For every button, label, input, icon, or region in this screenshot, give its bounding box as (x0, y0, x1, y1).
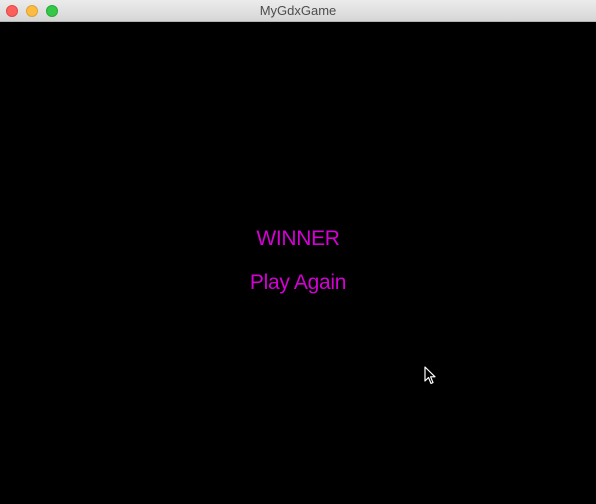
game-canvas[interactable]: WINNER Play Again (0, 22, 596, 504)
window-title: MyGdxGame (259, 3, 337, 18)
play-again-button[interactable]: Play Again (0, 271, 596, 295)
app-window: MyGdxGame WINNER Play Again (0, 0, 596, 504)
winner-text: WINNER (256, 227, 340, 250)
title-bar[interactable]: MyGdxGame (0, 0, 596, 22)
mouse-cursor-icon (424, 366, 436, 385)
